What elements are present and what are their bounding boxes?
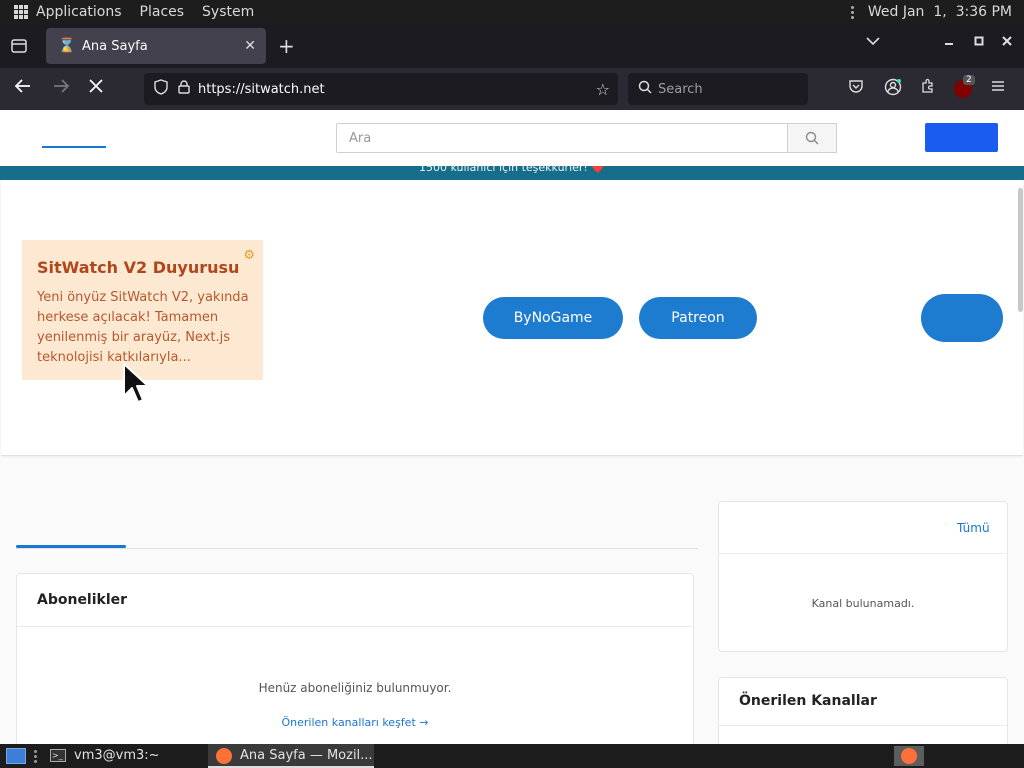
maximize-icon[interactable] [974,34,984,50]
notice-body: Yeni önyüz SitWatch V2, yakında herkese … [37,290,249,365]
site-search-placeholder: Ara [349,130,372,146]
firefox-icon [216,748,232,764]
hamburger-menu-icon[interactable] [990,78,1006,97]
gear-icon: ⚙ [243,248,255,263]
card-divider [17,626,693,627]
mouse-pointer-icon [123,363,149,403]
firefox-icon [901,748,917,764]
discover-channels-link[interactable]: Önerilen kanalları keşfet → [17,716,693,729]
close-window-icon[interactable] [1002,34,1012,50]
notice-title: SitWatch V2 Duyurusu [37,258,240,277]
all-channels-link[interactable]: Tümü [957,521,990,535]
site-header: Ara [0,110,1024,166]
search-placeholder: Search [658,81,703,97]
minimize-icon[interactable] [944,34,954,50]
clock[interactable]: Wed Jan 1, 3:36 PM [868,4,1012,20]
patreon-button[interactable]: Patreon [639,297,757,339]
extensions-puzzle-icon[interactable] [920,78,936,98]
bynogame-button[interactable]: ByNoGame [483,297,623,339]
tab-ana-sayfa[interactable]: ⌛ Ana Sayfa ✕ [46,28,266,64]
navigation-toolbar: https://sitwatch.net ☆ Search [0,68,1024,110]
search-icon [638,80,652,98]
bottom-taskbar: >_ vm3@vm3:~ Ana Sayfa — Mozil... [0,744,1024,768]
site-search-button[interactable] [787,123,837,153]
hero-action-button[interactable] [921,294,1003,342]
ublock-count-badge: 2 [963,75,975,85]
channels-card: Tümü Kanal bulunamadı. [718,501,1008,652]
site-logo-underline[interactable] [42,146,106,148]
terminal-icon[interactable]: >_ [50,749,66,762]
menu-places[interactable]: Places [140,4,185,20]
subscriptions-card: Abonelikler Henüz aboneliğiniz bulunmuyo… [16,573,694,744]
bookmark-star-icon[interactable]: ☆ [596,80,610,99]
taskbar-terminal-label[interactable]: vm3@vm3:~ [74,748,160,763]
close-tab-icon[interactable]: ✕ [244,38,256,54]
search-icon [805,131,819,145]
apps-grid-icon[interactable] [14,5,28,19]
show-desktop-icon[interactable] [6,748,26,764]
desktop-top-panel: Applications Places System Wed Jan 1, 3:… [0,0,1024,24]
sitwatch-v2-notice-card[interactable]: SitWatch V2 Duyurusu ⚙ Yeni önyüz SitWat… [22,240,263,380]
card-divider [719,553,1007,554]
tracking-shield-icon[interactable] [154,79,168,99]
panel-handle-icon [850,5,854,19]
back-arrow-icon[interactable] [14,78,32,99]
lock-icon[interactable] [178,80,190,98]
recommended-channels-card: Önerilen Kanallar [718,677,1008,744]
scrollbar[interactable] [1018,188,1023,312]
header-action-button[interactable] [925,123,998,152]
no-channels-text: Kanal bulunamadı. [811,597,915,610]
active-tab-indicator[interactable] [16,545,126,548]
menu-applications[interactable]: Applications [36,4,122,20]
pocket-icon[interactable] [848,78,864,98]
list-all-tabs-chevron-icon[interactable] [866,34,880,50]
url-bar[interactable]: https://sitwatch.net ☆ [144,73,618,105]
new-tab-icon[interactable]: + [278,34,295,58]
tab-title: Ana Sayfa [82,38,148,54]
url-text[interactable]: https://sitwatch.net [198,82,325,97]
subscriptions-title: Abonelikler [37,592,128,608]
card-divider [719,725,1007,726]
site-search-input[interactable]: Ara [336,123,788,153]
menu-system[interactable]: System [202,4,254,20]
browser-search-field[interactable]: Search [628,73,808,105]
taskbar-firefox-label: Ana Sayfa — Mozil... [240,748,373,763]
recommended-channels-title: Önerilen Kanallar [739,693,877,709]
subscriptions-empty-text: Henüz aboneliğiniz bulunmuyor. [258,681,452,695]
forward-arrow-icon[interactable] [52,78,70,99]
browser-tab-bar: ⌛ Ana Sayfa ✕ + [0,24,1024,68]
web-page: Ara 1500 kullanıcı için teşekkürler! ❤️ … [0,110,1024,744]
hourglass-loading-icon: ⌛ [58,38,76,54]
stop-loading-icon[interactable] [88,78,104,99]
announcement-bar: 1500 kullanıcı için teşekkürler! ❤️ [0,166,1024,180]
tray-firefox-button[interactable] [894,746,924,766]
content-tabs-divider [16,548,698,549]
account-icon[interactable] [884,78,902,100]
tab-list-icon[interactable] [0,24,38,68]
taskbar-firefox-window[interactable]: Ana Sayfa — Mozil... [208,744,374,768]
announcement-text: 1500 kullanıcı için teşekkürler! ❤️ [418,166,606,174]
taskbar-handle-icon [34,750,37,763]
